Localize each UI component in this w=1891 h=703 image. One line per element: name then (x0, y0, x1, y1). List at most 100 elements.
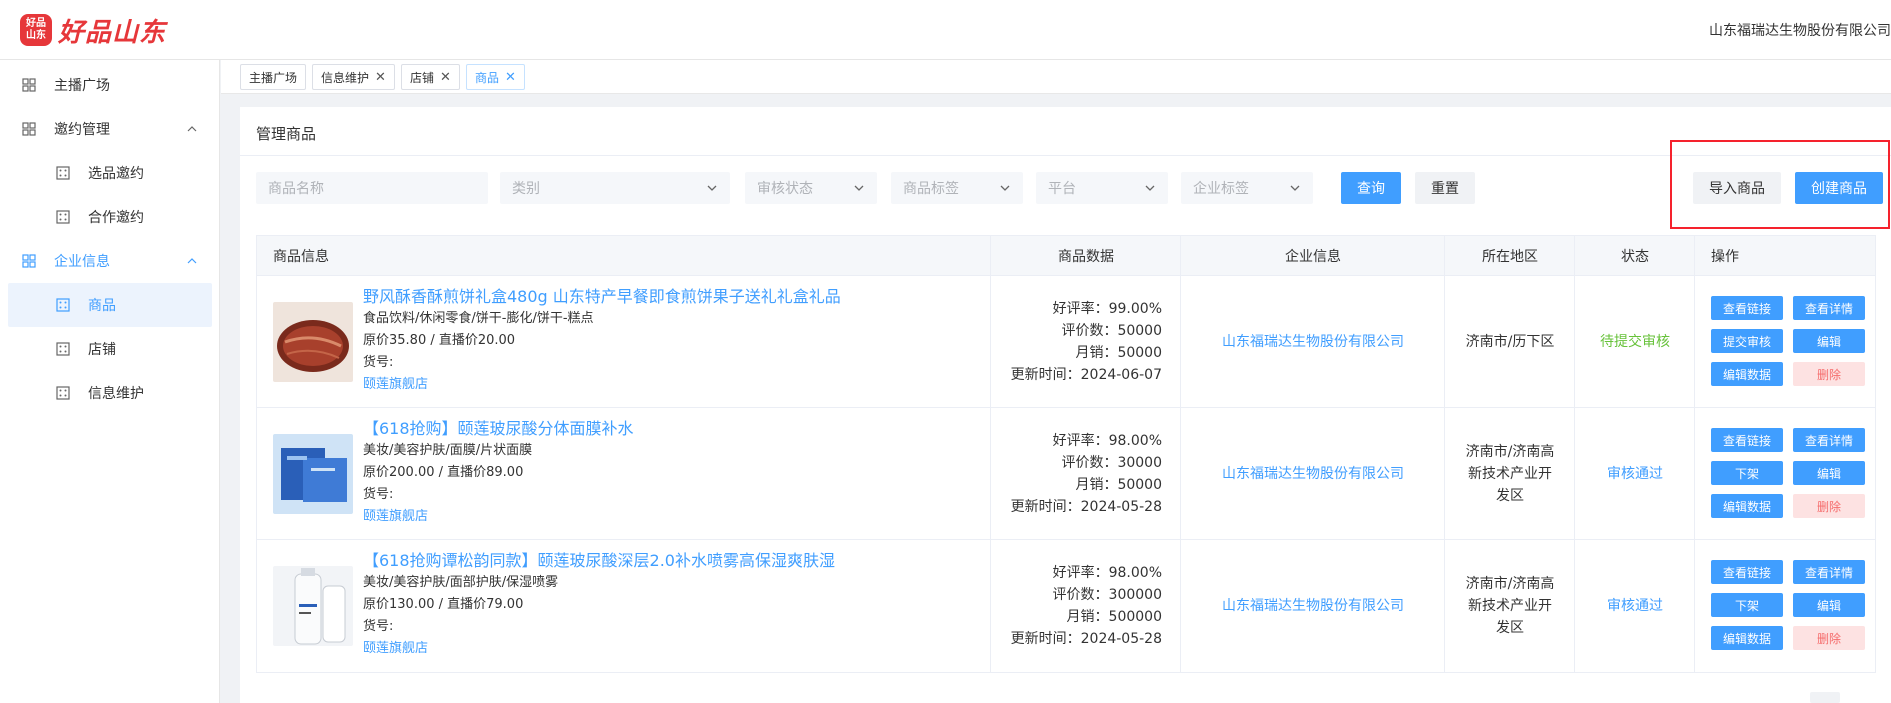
chevron-down-icon (1290, 185, 1300, 191)
sidebar-item-shops[interactable]: 店铺 (0, 327, 220, 371)
product-category: 美妆/美容护肤/面膜/片状面膜 (363, 443, 533, 458)
product-shop-link[interactable]: 颐莲旗舰店 (363, 506, 983, 528)
edit-data-button[interactable]: 编辑数据 (1711, 362, 1783, 386)
column-header-region: 所在地区 (1482, 249, 1538, 265)
enterprise-tag-placeholder: 企业标签 (1193, 181, 1249, 197)
region: 济南市/济南高 新技术产业开 发区 (1445, 408, 1575, 540)
product-thumbnail[interactable] (273, 434, 353, 514)
product-title-link[interactable]: 野风酥香酥煎饼礼盒480g 山东特产早餐即食煎饼果子送礼礼盒礼品 (363, 286, 983, 308)
logo-text: 好品山东 (58, 17, 167, 48)
sidebar-item-enterprise-info[interactable]: 企业信息 (0, 239, 220, 283)
platform-select[interactable]: 平台 (1036, 172, 1168, 204)
tab-label: 店铺 (410, 70, 435, 85)
product-title-link[interactable]: 【618抢购】颐莲玻尿酸分体面膜补水 (363, 418, 983, 440)
sidebar-item-label: 邀约管理 (54, 122, 110, 138)
sidebar-item-anchor-plaza[interactable]: 主播广场 (0, 63, 220, 107)
view-link-button[interactable]: 查看链接 (1711, 560, 1783, 584)
product-shop-link[interactable]: 颐莲旗舰店 (363, 374, 983, 396)
dice-icon (56, 166, 70, 180)
product-tag-select[interactable]: 商品标签 (891, 172, 1023, 204)
app-header: 好品山东 好品山东 山东福瑞达生物股份有限公司 (0, 0, 1891, 60)
review-status-select[interactable]: 审核状态 (745, 172, 877, 204)
enterprise-tag-select[interactable]: 企业标签 (1181, 172, 1313, 204)
product-thumbnail[interactable] (273, 302, 353, 382)
column-divider (990, 276, 991, 407)
view-link-button[interactable]: 查看链接 (1711, 428, 1783, 452)
pagination[interactable] (1810, 692, 1840, 703)
sidebar-item-info-maintenance[interactable]: 信息维护 (0, 371, 220, 415)
logo-badge-text: 好品山东 (26, 18, 46, 41)
company-link[interactable]: 山东福瑞达生物股份有限公司 (1181, 540, 1445, 672)
product-sku: 货号: (363, 487, 394, 502)
company-link[interactable]: 山东福瑞达生物股份有限公司 (1181, 408, 1445, 540)
column-header-info: 商品信息 (273, 249, 329, 265)
sidebar-item-cooperation-invite[interactable]: 合作邀约 (0, 195, 220, 239)
tab-anchor-plaza[interactable]: 主播广场 (240, 64, 307, 90)
edit-data-button[interactable]: 编辑数据 (1711, 494, 1783, 518)
region: 济南市/历下区 (1445, 276, 1575, 408)
query-button[interactable]: 查询 (1341, 172, 1401, 204)
close-icon[interactable]: ✕ (505, 70, 516, 85)
product-thumbnail[interactable] (273, 566, 353, 646)
product-info: 【618抢购】颐莲玻尿酸分体面膜补水 美妆/美容护肤/面膜/片状面膜 原价200… (363, 418, 983, 528)
category-select[interactable]: 类别 (500, 172, 730, 204)
rating: 好评率：98.00% (1052, 433, 1162, 449)
close-icon[interactable]: ✕ (440, 70, 451, 85)
product-name-input[interactable]: 商品名称 (256, 172, 488, 204)
monthly-sales: 月销：50000 (1075, 477, 1162, 493)
update-time: 更新时间：2024-05-28 (1010, 499, 1162, 515)
status-badge: 待提交审核 (1600, 334, 1670, 350)
product-info: 野风酥香酥煎饼礼盒480g 山东特产早餐即食煎饼果子送礼礼盒礼品 食品饮料/休闲… (363, 286, 983, 396)
platform-placeholder: 平台 (1048, 181, 1076, 197)
column-divider (990, 408, 991, 539)
delete-button[interactable]: 删除 (1793, 362, 1865, 386)
highlight-annotation-box (1670, 140, 1890, 229)
header-company-name[interactable]: 山东福瑞达生物股份有限公司 (1709, 20, 1891, 40)
review-count: 评价数：50000 (1061, 323, 1162, 339)
delete-button[interactable]: 删除 (1793, 494, 1865, 518)
column-divider (1444, 236, 1445, 275)
edit-data-button[interactable]: 编辑数据 (1711, 626, 1783, 650)
tab-products[interactable]: 商品 ✕ (466, 64, 525, 90)
delist-button[interactable]: 下架 (1711, 593, 1783, 617)
company-link[interactable]: 山东福瑞达生物股份有限公司 (1181, 276, 1445, 408)
product-category: 美妆/美容护肤/面部护肤/保湿喷雾 (363, 575, 559, 590)
delist-button[interactable]: 下架 (1711, 461, 1783, 485)
tab-label: 商品 (475, 70, 500, 85)
view-link-button[interactable]: 查看链接 (1711, 296, 1783, 320)
view-details-button[interactable]: 查看详情 (1793, 296, 1865, 320)
edit-button[interactable]: 编辑 (1793, 593, 1865, 617)
review-status-placeholder: 审核状态 (757, 181, 813, 197)
view-details-button[interactable]: 查看详情 (1793, 560, 1865, 584)
view-details-button[interactable]: 查看详情 (1793, 428, 1865, 452)
submit-review-button[interactable]: 提交审核 (1711, 329, 1783, 353)
product-shop-link[interactable]: 颐莲旗舰店 (363, 638, 983, 660)
edit-button[interactable]: 编辑 (1793, 329, 1865, 353)
sidebar-item-product-invite[interactable]: 选品邀约 (0, 151, 220, 195)
table-row: 野风酥香酥煎饼礼盒480g 山东特产早餐即食煎饼果子送礼礼盒礼品 食品饮料/休闲… (257, 276, 1875, 408)
logo-badge: 好品山东 (20, 14, 52, 46)
sidebar-item-products[interactable]: 商品 (8, 283, 212, 327)
column-divider (990, 236, 991, 275)
edit-button[interactable]: 编辑 (1793, 461, 1865, 485)
close-icon[interactable]: ✕ (375, 70, 386, 85)
product-title-link[interactable]: 【618抢购谭松韵同款】颐莲玻尿酸深层2.0补水喷雾高保湿爽肤湿 (363, 550, 983, 572)
reset-button[interactable]: 重置 (1415, 172, 1475, 204)
product-category: 食品饮料/休闲零食/饼干-膨化/饼干-糕点 (363, 311, 594, 326)
delete-button[interactable]: 删除 (1793, 626, 1865, 650)
app-logo[interactable]: 好品山东 好品山东 (20, 13, 167, 48)
tab-shops[interactable]: 店铺 ✕ (401, 64, 460, 90)
sidebar-item-label: 选品邀约 (88, 166, 144, 182)
rating: 好评率：98.00% (1052, 565, 1162, 581)
sidebar-item-invite-management[interactable]: 邀约管理 (0, 107, 220, 151)
column-header-ops: 操作 (1711, 249, 1739, 265)
sidebar-item-label: 企业信息 (54, 254, 110, 270)
sidebar-item-label: 商品 (88, 298, 116, 314)
monthly-sales: 月销：500000 (1066, 609, 1162, 625)
chevron-down-icon (1000, 185, 1010, 191)
monthly-sales: 月销：50000 (1075, 345, 1162, 361)
table-row: 【618抢购谭松韵同款】颐莲玻尿酸深层2.0补水喷雾高保湿爽肤湿 美妆/美容护肤… (257, 540, 1875, 672)
column-divider (1694, 236, 1695, 275)
product-data: 好评率：98.00% 评价数：300000 月销：500000 更新时间：202… (992, 562, 1162, 650)
tab-info-maintenance[interactable]: 信息维护 ✕ (312, 64, 395, 90)
